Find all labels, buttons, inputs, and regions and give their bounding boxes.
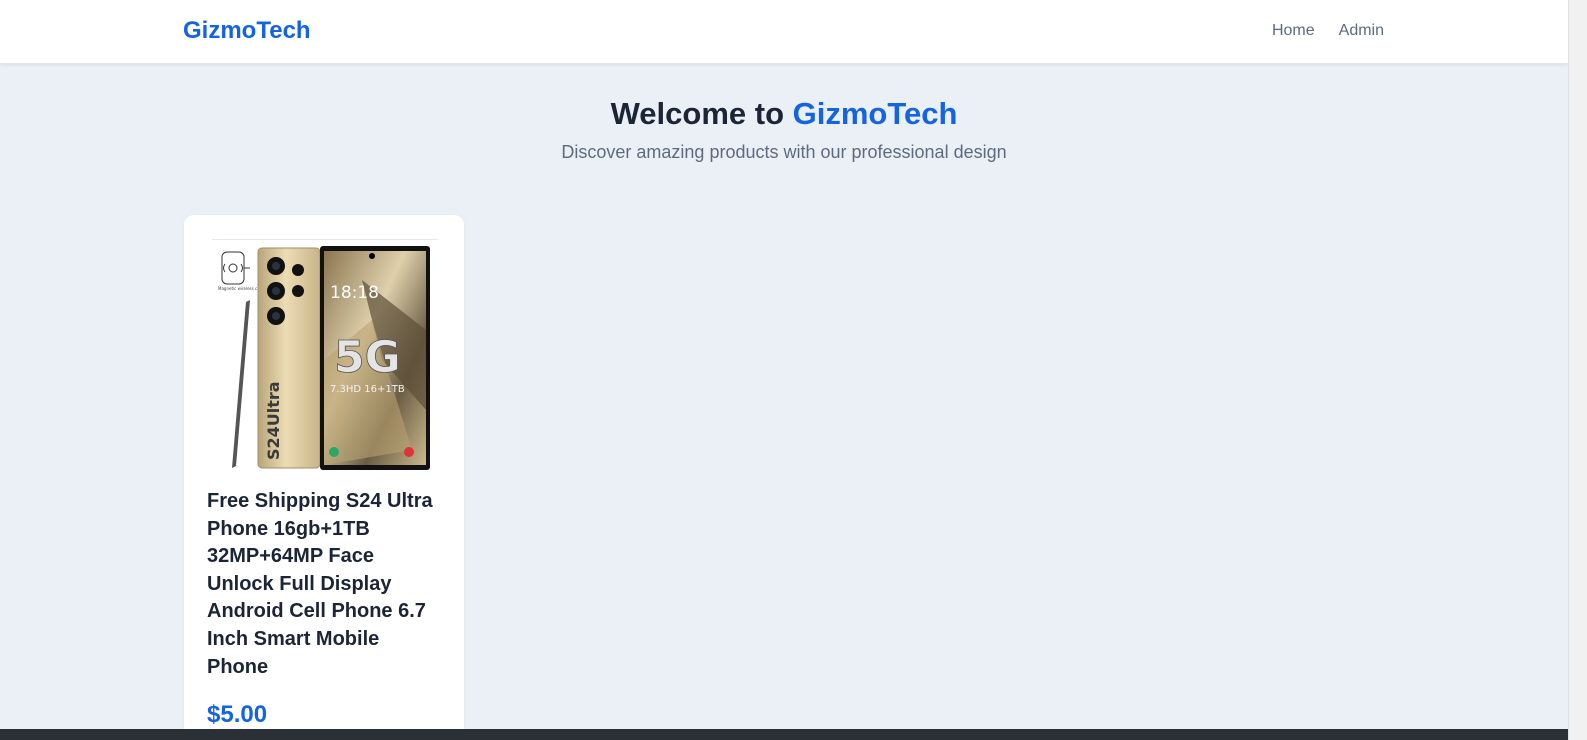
- phone-app-icon: [329, 447, 339, 457]
- brand-logo-link[interactable]: GizmoTech: [183, 17, 311, 45]
- phone-front-icon: 18:18 5G 7.3HD 16+1TB: [320, 246, 430, 470]
- stylus-pen-icon: [232, 300, 250, 468]
- vertical-scrollbar[interactable]: [1568, 0, 1587, 740]
- phone-back-icon: S24Ultra: [257, 247, 321, 469]
- wireless-charger-icon: [221, 251, 250, 285]
- product-price: $5.00: [207, 701, 268, 728]
- nav-link-admin[interactable]: Admin: [1339, 22, 1384, 40]
- product-card[interactable]: Magnetic wireless charger S24Ultra 18:18…: [184, 215, 464, 740]
- product-title[interactable]: Free Shipping S24 Ultra Phone 16gb+1TB 3…: [207, 488, 445, 681]
- camera-app-icon: [404, 447, 414, 457]
- window-bottom-edge: [0, 729, 1568, 740]
- nav-link-home[interactable]: Home: [1272, 22, 1315, 40]
- hero-section: Welcome to GizmoTech Discover amazing pr…: [0, 94, 1568, 164]
- model-label: S24Ultra: [264, 381, 283, 460]
- lockscreen-clock: 18:18: [330, 283, 379, 303]
- spec-label: 7.3HD 16+1TB: [330, 384, 405, 395]
- 5g-badge: 5G: [334, 332, 401, 383]
- product-image[interactable]: Magnetic wireless charger S24Ultra 18:18…: [212, 239, 438, 471]
- title-brand: GizmoTech: [792, 96, 958, 131]
- title-prefix: Welcome to: [610, 96, 793, 131]
- page-subtitle: Discover amazing products with our profe…: [561, 142, 1007, 162]
- nav-links: Home Admin: [1272, 22, 1384, 40]
- top-navbar: GizmoTech Home Admin: [0, 0, 1568, 64]
- page-title: Welcome to GizmoTech: [0, 94, 1568, 134]
